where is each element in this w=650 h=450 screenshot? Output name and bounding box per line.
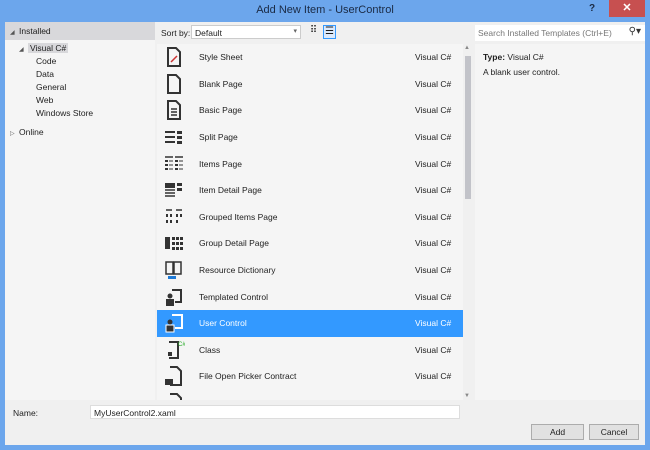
expand-icon: ◢ (19, 47, 24, 53)
tree-item-general[interactable]: General (5, 81, 155, 94)
tree-item-web[interactable]: Web (5, 94, 155, 107)
item-name: Group Detail Page (199, 238, 269, 249)
chevron-down-icon: ▾ (293, 28, 297, 35)
list-scrollbar[interactable]: ▲ ▼ (463, 44, 473, 400)
svg-text:C#: C# (178, 342, 185, 348)
template-item-resource-dictionary[interactable]: Resource Dictionary Visual C# (157, 257, 463, 284)
item-language: Visual C# (415, 211, 452, 222)
expand-icon: ◢ (10, 30, 15, 36)
template-item-split-page[interactable]: Split Page Visual C# (157, 124, 463, 151)
item-language: Visual C# (415, 238, 452, 249)
item-name: Search Contract (199, 398, 415, 400)
item-language: Visual C# (415, 132, 452, 143)
scroll-down-icon[interactable]: ▼ (464, 393, 470, 399)
medium-icons-view-button[interactable]: ⠿ (307, 25, 320, 39)
template-list: Style Sheet Visual C# Blank Page Visual C# B… (157, 44, 463, 400)
item-language: Visual C# (415, 78, 452, 89)
search-input[interactable]: Search Installed Templates (Ctrl+E) ⚲▾ (475, 25, 645, 41)
item-name: User Control (199, 318, 247, 329)
class-icon: C# (163, 339, 185, 361)
item-language: Visual C# (415, 291, 452, 302)
item-name: Item Detail Page (199, 185, 262, 196)
template-item-group-detail-page[interactable]: Group Detail Page Visual C# (157, 230, 463, 257)
item-name: File Open Picker Contract (199, 371, 297, 382)
name-label: Name: (13, 408, 39, 418)
title-bar: Add New Item - UserControl ? ✕ (0, 0, 650, 22)
type-value: Visual C# (507, 52, 544, 62)
close-button[interactable]: ✕ (609, 0, 645, 17)
split-page-icon (163, 126, 185, 148)
type-label: Type: (483, 52, 506, 62)
blank-page-icon (163, 73, 185, 95)
template-item-file-open-picker[interactable]: File Open Picker Contract Visual C# (157, 363, 463, 390)
template-item-templated-control[interactable]: Templated Control Visual C# (157, 283, 463, 310)
template-item-blank-page[interactable]: Blank Page Visual C# (157, 71, 463, 98)
template-item-items-page[interactable]: Items Page Visual C# (157, 150, 463, 177)
template-item-class[interactable]: C# Class Visual C# (157, 337, 463, 364)
sort-dropdown[interactable]: Default ▾ (191, 25, 301, 39)
item-language: Visual C# (415, 158, 452, 169)
cancel-button[interactable]: Cancel (589, 424, 639, 440)
description: A blank user control. (483, 67, 561, 77)
name-input[interactable]: MyUserControl2.xaml (90, 405, 460, 419)
sort-value: Default (195, 28, 222, 38)
items-page-icon (163, 153, 185, 175)
templated-control-icon (163, 286, 185, 308)
tree-item-online[interactable]: ▷ Online (5, 126, 155, 139)
tree-item-windows-store[interactable]: Windows Store (5, 107, 155, 120)
item-language: Visual C# (415, 52, 452, 63)
add-button[interactable]: Add (531, 424, 584, 440)
template-item-basic-page[interactable]: Basic Page Visual C# (157, 97, 463, 124)
item-name: Grouped Items Page (199, 211, 278, 222)
template-tree: ◢ Installed ◢ Visual C# Code Data General … (5, 22, 155, 400)
scroll-up-icon[interactable]: ▲ (464, 45, 470, 51)
item-name: Basic Page (199, 105, 242, 116)
search-icon[interactable]: ⚲▾ (629, 26, 641, 37)
search-contract-icon (163, 392, 185, 400)
tree-label: Visual C# (28, 43, 69, 53)
collapse-icon: ▷ (10, 131, 15, 137)
tree-item-visual-cs[interactable]: ◢ Visual C# (5, 42, 155, 55)
item-language: Visual C# (415, 318, 452, 329)
style-sheet-icon (163, 46, 185, 68)
item-name: Resource Dictionary (199, 265, 276, 276)
list-view-button[interactable]: ☰ (323, 25, 336, 39)
toolbar: Sort by: Default ▾ ⠿ ☰ Search Installed T… (157, 22, 645, 44)
item-language: Visual C# (415, 371, 452, 382)
template-item-style-sheet[interactable]: Style Sheet Visual C# (157, 44, 463, 71)
group-detail-page-icon (163, 232, 185, 254)
item-detail-page-icon (163, 179, 185, 201)
tree-label: Installed (19, 26, 51, 36)
tree-label: Online (19, 127, 44, 137)
item-name: Style Sheet (199, 52, 243, 63)
sort-label: Sort by: (161, 28, 191, 38)
user-control-icon (163, 312, 185, 334)
template-item-grouped-items-page[interactable]: Grouped Items Page Visual C# (157, 204, 463, 231)
resource-dictionary-icon (163, 259, 185, 281)
tree-item-data[interactable]: Data (5, 68, 155, 81)
item-language: Visual C# (415, 398, 463, 400)
scroll-thumb[interactable] (465, 56, 471, 199)
item-language: Visual C# (415, 265, 452, 276)
item-name: Class (199, 344, 221, 355)
details-pane: Type: Visual C# A blank user control. (475, 44, 645, 400)
template-item-search-contract[interactable]: Search ContractVisual C# (157, 390, 463, 400)
template-item-user-control[interactable]: User Control Visual C# (157, 309, 463, 337)
file-open-picker-icon (163, 365, 185, 387)
search-placeholder: Search Installed Templates (Ctrl+E) (478, 28, 612, 38)
item-name: Templated Control (199, 291, 268, 302)
item-language: Visual C# (415, 105, 452, 116)
tree-item-installed[interactable]: ◢ Installed (5, 22, 155, 40)
window-title: Add New Item - UserControl (256, 4, 394, 16)
item-language: Visual C# (415, 344, 452, 355)
item-name: Items Page (199, 158, 242, 169)
template-item-item-detail-page[interactable]: Item Detail Page Visual C# (157, 177, 463, 204)
dialog-body: ◢ Installed ◢ Visual C# Code Data General … (5, 22, 645, 445)
item-name: Split Page (199, 132, 238, 143)
item-name: Blank Page (199, 78, 243, 89)
item-language: Visual C# (415, 185, 452, 196)
help-button[interactable]: ? (589, 3, 595, 14)
grouped-items-page-icon (163, 206, 185, 228)
basic-page-icon (163, 99, 185, 121)
